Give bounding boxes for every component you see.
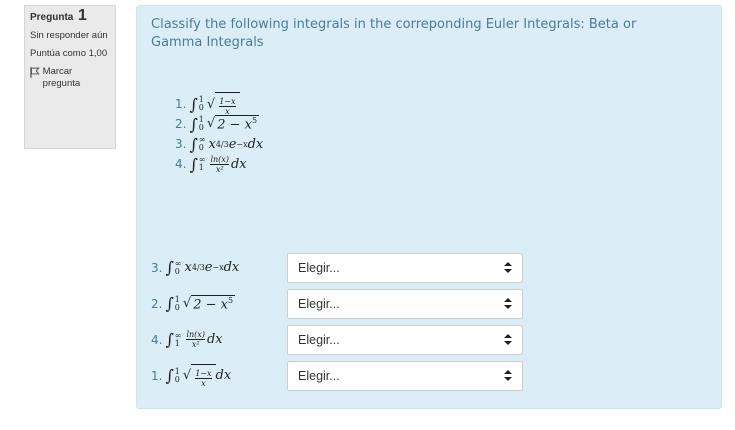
updown-arrows-icon [504,262,512,273]
answer-row-label: 2. ∫ 1 0 √ 2 − x5 [151,294,236,313]
answer-row: 1. ∫ 1 0 √ 1−x x dx Elegir... [151,358,523,393]
question-status: Sin responder aún [30,30,108,41]
question-score: Puntúa como 1,00 [30,48,108,59]
answer-row-label: 4. ∫ ∞ 1 ln(x) x² dx [151,330,223,349]
integral-item: 1. ∫ 1 0 √ 1−x x [175,92,263,116]
updown-arrows-icon [504,370,512,381]
question-number: Pregunta 1 [30,7,87,24]
answer-row: 4. ∫ ∞ 1 ln(x) x² dx Elegir... [151,322,523,357]
updown-arrows-icon [504,298,512,309]
flag-icon [30,67,40,78]
integral-item: 2. ∫ 1 0 √ 2 − x5 [175,114,260,134]
question-info-panel: Pregunta 1 Sin responder aún Puntúa como… [24,5,116,149]
updown-arrows-icon [504,334,512,345]
question-text: Classify the following integrals in the … [151,17,637,50]
classification-select[interactable]: Elegir... [287,252,523,283]
answer-row: 2. ∫ 1 0 √ 2 − x5 Elegir... [151,286,523,321]
integral-list: 1. ∫ 1 0 √ 1−x x 2. ∫ 1 0 √ 2 − x5 3. ∫ ∞ 0 x 4/3 e… [175,92,264,174]
classification-select[interactable]: Elegir... [287,324,523,355]
answer-row: 3. ∫ ∞ 0 x 4/3 e −x dx Elegir... [151,250,523,285]
flag-question-link[interactable]: Marcar pregunta [30,66,110,90]
integral-item: 3. ∫ ∞ 0 x 4/3 e −x dx [175,134,264,154]
integral-item: 4. ∫ ∞ 1 ln(x) x² dx [175,154,247,174]
question-content-panel: Classify the following integrals in the … [136,5,722,409]
answer-row-label: 1. ∫ 1 0 √ 1−x x dx [151,363,287,388]
classification-select[interactable]: Elegir... [287,288,523,319]
classification-select[interactable]: Elegir... [287,360,523,391]
answer-row-label: 3. ∫ ∞ 0 x 4/3 e −x dx [151,258,240,277]
answer-rows: 3. ∫ ∞ 0 x 4/3 e −x dx Elegir... 2. ∫ 1 0 √ 2 − x… [151,250,523,394]
